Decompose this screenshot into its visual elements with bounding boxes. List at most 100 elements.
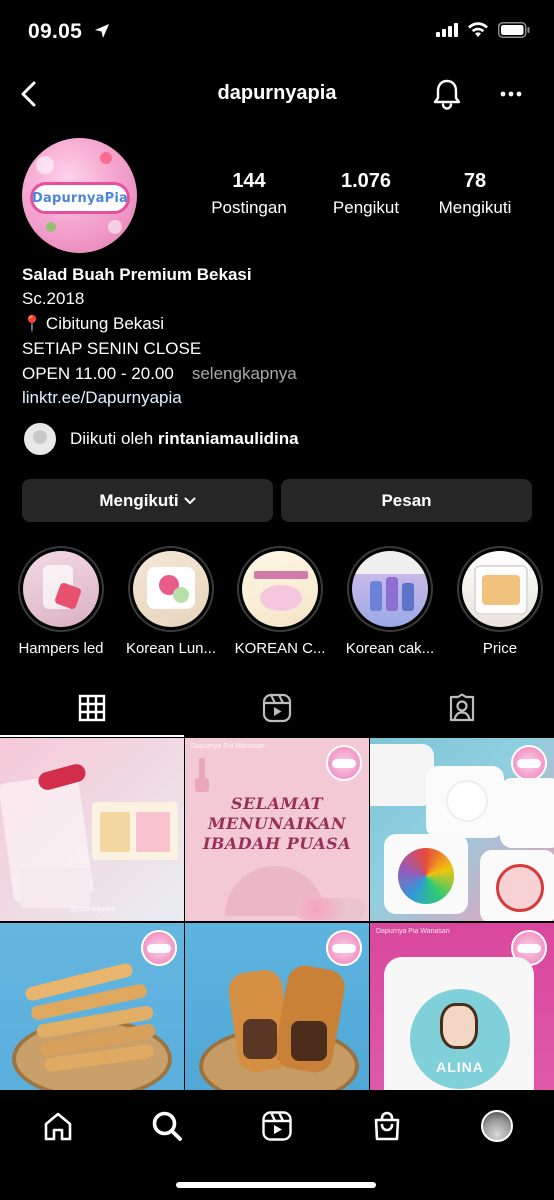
- more-dots-icon: [500, 91, 522, 97]
- tagged-person-icon: [449, 693, 475, 722]
- profile-display-name: Salad Buah Premium Bekasi: [22, 265, 252, 284]
- see-more-link[interactable]: selengkapnya: [192, 364, 297, 383]
- profile-header: dapurnyapia: [0, 66, 554, 124]
- highlight-item[interactable]: Hampers led: [11, 546, 111, 657]
- post-thumbnail[interactable]: Dapurnya Pia Wanasari SELAMAT MENUNAIKAN…: [185, 738, 369, 921]
- highlight-item[interactable]: Korean cak...: [340, 546, 440, 657]
- bio-website-link[interactable]: linktr.ee/Dapurnyapia: [22, 386, 532, 410]
- profile-bio: Salad Buah Premium Bekasi Sc.2018 📍 Cibit…: [22, 263, 532, 410]
- stat-following-value: 78: [463, 170, 487, 192]
- follower-avatar: [22, 421, 58, 457]
- clock: 09.05: [28, 20, 83, 43]
- stat-followers[interactable]: 1.076 Pengikut: [310, 170, 422, 218]
- stat-following-label: Mengikuti: [438, 198, 512, 217]
- post-watermark: @dapurnyapia: [70, 906, 116, 913]
- bio-line-location: 📍 Cibitung Bekasi: [22, 312, 532, 337]
- highlight-thumbnail: [352, 551, 428, 627]
- more-options-button[interactable]: [496, 77, 526, 111]
- post-thumbnail[interactable]: [0, 923, 184, 1106]
- highlight-item[interactable]: Price: [450, 546, 550, 657]
- notification-bell-button[interactable]: [430, 77, 464, 111]
- post-thumbnail[interactable]: @dapurnyapia: [0, 738, 184, 921]
- stat-following[interactable]: 78 Mengikuti: [414, 170, 536, 218]
- status-bar: 09.05: [0, 0, 554, 66]
- signal-icon: [436, 23, 458, 42]
- profile-username: dapurnyapia: [217, 82, 337, 104]
- stat-posts-label: Postingan: [211, 198, 287, 217]
- reels-icon: [262, 1111, 292, 1141]
- following-button[interactable]: Mengikuti: [22, 479, 273, 522]
- story-highlights: Hampers led Korean Lun... KOREAN C... Ko…: [0, 546, 554, 661]
- message-button[interactable]: Pesan: [281, 479, 532, 522]
- bio-location-text: Cibitung Bekasi: [45, 313, 165, 333]
- stat-posts-value: 144: [232, 170, 266, 192]
- post-store-tag: Dapurnya Pia Wanasari: [191, 743, 265, 750]
- post-cake-text: ALINA: [436, 1059, 484, 1075]
- followed-by-user: rintaniamaulidina: [157, 429, 299, 448]
- stat-followers-label: Pengikut: [332, 198, 400, 217]
- following-button-label: Mengikuti: [99, 490, 179, 510]
- profile-stats: 144 Postingan 1.076 Pengikut 78 Mengikut…: [190, 170, 530, 230]
- nav-reels[interactable]: [257, 1106, 297, 1146]
- brand-logo: DapurnyaPia: [30, 182, 130, 214]
- highlight-item[interactable]: KOREAN C...: [230, 546, 330, 657]
- shopping-bag-icon: [374, 1111, 400, 1141]
- brand-badge: [326, 930, 362, 966]
- bell-icon: [433, 79, 461, 110]
- search-icon: [152, 1111, 182, 1141]
- posts-grid: @dapurnyapia Dapurnya Pia Wanasari SELAM…: [0, 738, 554, 1106]
- brand-badge: [326, 745, 362, 781]
- followed-by-prefix: Diikuti oleh: [70, 429, 158, 448]
- profile-tabs: [0, 680, 554, 737]
- wifi-icon: [467, 22, 489, 43]
- highlight-thumbnail: [23, 551, 99, 627]
- bio-hours-text: OPEN 11.00 - 20.00: [22, 363, 174, 383]
- stat-posts[interactable]: 144 Postingan: [190, 170, 308, 218]
- highlight-item[interactable]: Korean Lun...: [121, 546, 221, 657]
- tab-tagged[interactable]: [370, 680, 554, 736]
- post-caption-text: SELAMAT MENUNAIKAN IBADAH PUASA: [202, 794, 352, 853]
- grid-icon: [78, 694, 106, 722]
- followed-by[interactable]: Diikuti oleh rintaniamaulidina: [22, 421, 299, 457]
- stat-followers-value: 1.076: [340, 170, 392, 192]
- profile-avatar-icon: [481, 1110, 513, 1142]
- highlight-label: Price: [482, 640, 518, 657]
- chevron-down-icon: [184, 497, 196, 504]
- brand-logo-text: DapurnyaPia: [32, 190, 128, 206]
- status-icons: [436, 22, 530, 43]
- location-arrow-icon: [94, 21, 110, 45]
- reels-icon: [262, 693, 292, 723]
- bio-line-closed: SETIAP SENIN CLOSE: [22, 339, 202, 359]
- profile-action-buttons: Mengikuti Pesan: [22, 479, 532, 522]
- highlight-thumbnail: [462, 551, 538, 627]
- battery-icon: [498, 22, 530, 43]
- nav-profile[interactable]: [477, 1106, 517, 1146]
- post-thumbnail[interactable]: [370, 738, 554, 921]
- brand-badge: [141, 930, 177, 966]
- highlight-label: Korean Lun...: [125, 640, 217, 657]
- location-pin-icon: 📍: [22, 315, 42, 333]
- nav-shop[interactable]: [367, 1106, 407, 1146]
- highlight-thumbnail: [242, 551, 318, 627]
- status-time: 09.05: [28, 20, 110, 45]
- bottom-navigation: [0, 1090, 554, 1160]
- home-indicator: [176, 1182, 376, 1188]
- followed-by-text: Diikuti oleh rintaniamaulidina: [70, 429, 299, 449]
- nav-home[interactable]: [38, 1106, 78, 1146]
- nav-search[interactable]: [147, 1106, 187, 1146]
- highlight-thumbnail: [133, 551, 209, 627]
- bio-line-since: Sc.2018: [22, 289, 85, 309]
- post-thumbnail[interactable]: [185, 923, 369, 1106]
- tab-reels[interactable]: [185, 680, 369, 736]
- home-icon: [44, 1112, 72, 1141]
- post-store-tag: Dapurnya Pia Wanasari: [376, 928, 450, 935]
- highlight-label: Hampers led: [18, 640, 104, 657]
- message-button-label: Pesan: [381, 490, 432, 510]
- post-thumbnail[interactable]: Dapurnya Pia Wanasari ALINA: [370, 923, 554, 1106]
- brand-badge: [511, 745, 547, 781]
- profile-avatar[interactable]: DapurnyaPia: [22, 138, 137, 253]
- highlight-label: Korean cak...: [345, 640, 435, 657]
- highlight-label: KOREAN C...: [234, 640, 326, 657]
- tab-posts-grid[interactable]: [0, 680, 184, 737]
- bio-line-hours: OPEN 11.00 - 20.00 selengkapnya: [22, 362, 532, 386]
